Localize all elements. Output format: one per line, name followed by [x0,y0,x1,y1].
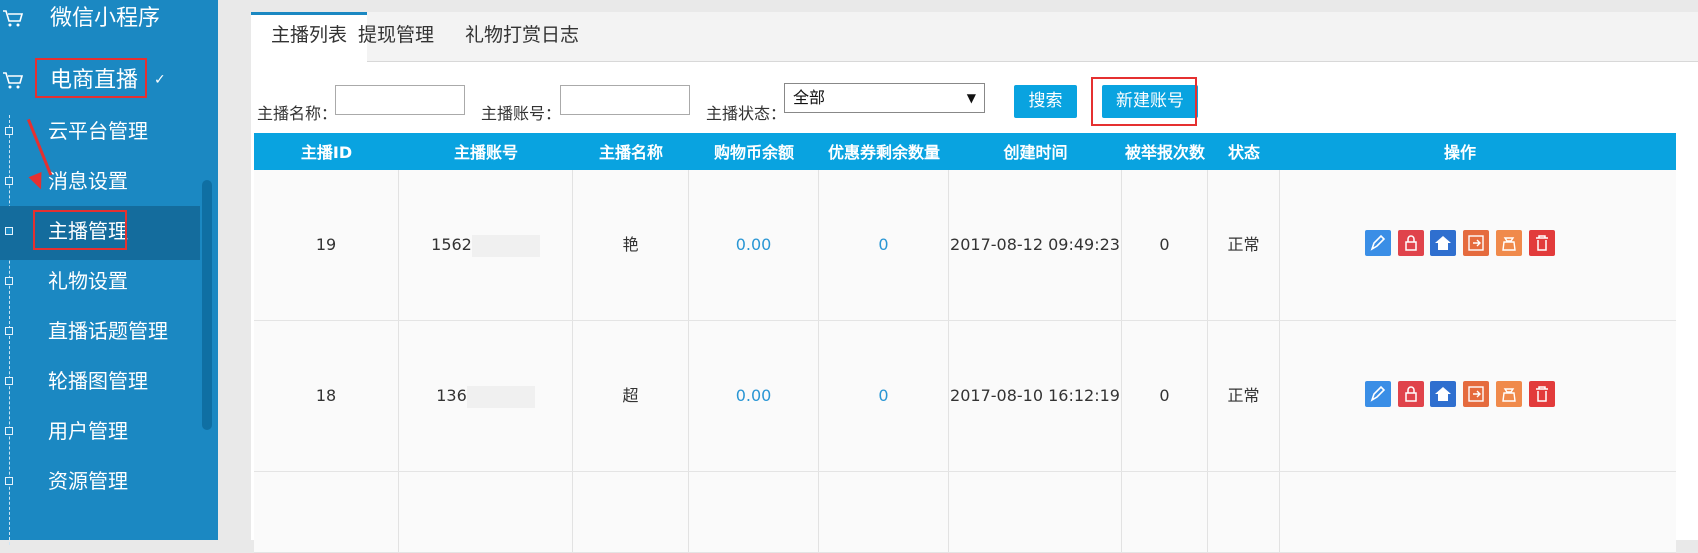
sidebar-item-label: 礼物设置 [48,269,128,293]
col-id: 主播ID [300,143,353,162]
account-text: 136 [436,386,467,405]
cell-balance[interactable]: 0.00 [689,321,819,471]
edit-icon[interactable] [1365,230,1391,256]
sidebar-item-live-topics[interactable]: 直播话题管理 [0,306,200,360]
name-filter-label: 主播名称： [257,104,338,123]
tree-node-icon [5,127,13,135]
money-bag-icon[interactable] [1496,230,1522,256]
tab-bar: 主播列表 提现管理 礼物打赏日志 [251,12,1698,62]
money-bag-icon[interactable] [1496,381,1522,407]
status-filter-value: 全部 [793,88,826,107]
lock-icon[interactable] [1398,381,1424,407]
col-balance: 购物币余额 [713,143,794,162]
trash-icon[interactable] [1529,381,1555,407]
cell-status [1208,472,1280,552]
cell-balance [689,472,819,552]
sidebar-item-label: 资源管理 [48,469,128,493]
export-icon[interactable] [1463,230,1489,256]
redacted-blur [471,234,540,257]
tab-withdraw[interactable]: 提现管理 [338,12,454,61]
col-status: 状态 [1227,143,1260,162]
cell-id: 18 [254,321,399,471]
sidebar: 微信小程序 电商直播 ✓ 云平台管理 消息设置 主播管理 礼物设置 直播话题管理… [0,0,218,545]
name-filter-input[interactable] [335,85,465,115]
sidebar-group-label: 微信小程序 [50,6,161,31]
col-reports: 被举报次数 [1124,143,1205,162]
edit-icon[interactable] [1365,381,1391,407]
tree-node-icon [5,277,13,285]
cell-created: 2017-08-12 09:49:23 [949,170,1122,320]
highlight-box-ecommerce [35,58,147,98]
status-filter-label: 主播状态： [706,104,787,123]
cell-name [573,472,689,552]
trash-icon[interactable] [1529,230,1555,256]
cell-coupons [819,472,949,552]
tab-gift-log[interactable]: 礼物打赏日志 [445,12,599,61]
sidebar-item-resources[interactable]: 资源管理 [0,456,200,510]
tree-node-icon [5,477,13,485]
cell-account: 136 [399,321,573,471]
cart-icon [3,10,24,27]
account-text: 1562 [431,235,472,254]
sidebar-item-label: 用户管理 [48,419,128,443]
cell-status: 正常 [1208,321,1280,471]
status-filter-select[interactable]: 全部 ▼ [784,83,985,113]
sidebar-item-label: 云平台管理 [48,119,148,143]
cell-account: 1562 [399,170,573,320]
home-icon[interactable] [1430,230,1456,256]
col-actions: 操作 [1443,143,1476,162]
cell-name: 超 [573,321,689,471]
cell-coupons[interactable]: 0 [819,170,949,320]
sidebar-group-wechat-mini[interactable]: 微信小程序 [0,0,200,48]
col-name: 主播名称 [598,143,663,162]
highlight-box-new-account [1091,77,1197,126]
cell-account [399,472,573,552]
account-filter-input[interactable] [560,85,690,115]
sidebar-item-cloud-platform[interactable]: 云平台管理 [0,106,200,160]
sidebar-item-carousel[interactable]: 轮播图管理 [0,356,200,410]
home-icon[interactable] [1430,381,1456,407]
sidebar-item-users[interactable]: 用户管理 [0,406,200,460]
account-filter-label: 主播账号： [481,104,562,123]
main-panel: 主播列表 提现管理 礼物打赏日志 主播名称： 主播账号： 主播状态： 全部 ▼ … [251,12,1698,553]
table-row: 19 1562 艳 0.00 0 2017-08-12 09:49:23 0 正… [254,170,1676,321]
cell-coupons[interactable]: 0 [819,321,949,471]
cell-balance[interactable]: 0.00 [689,170,819,320]
cell-name: 艳 [573,170,689,320]
table-header: 主播ID 主播账号 主播名称 购物币余额 优惠券剩余数量 创建时间 被举报次数 … [254,133,1676,172]
redacted-blur [466,385,535,408]
sidebar-scrollbar[interactable] [202,180,212,430]
sidebar-item-label: 轮播图管理 [48,369,148,393]
cell-id [254,472,399,552]
cell-reports [1122,472,1208,552]
cell-reports: 0 [1122,170,1208,320]
tree-node-icon [5,227,13,235]
table-row [254,472,1676,553]
table-row: 18 136 超 0.00 0 2017-08-10 16:12:19 0 正常 [254,321,1676,472]
lock-icon[interactable] [1398,230,1424,256]
cart-icon [3,72,24,89]
export-icon[interactable] [1463,381,1489,407]
chevron-down-icon: ✓ [154,72,166,88]
tree-node-icon [5,177,13,185]
col-coupons: 优惠券剩余数量 [827,143,940,162]
tree-node-icon [5,377,13,385]
tree-node-icon [5,427,13,435]
col-account: 主播账号 [453,143,518,162]
cell-status: 正常 [1208,170,1280,320]
cell-reports: 0 [1122,321,1208,471]
search-button[interactable]: 搜索 [1014,85,1077,118]
col-created: 创建时间 [1003,143,1068,162]
cell-created: 2017-08-10 16:12:19 [949,321,1122,471]
sidebar-item-gift-settings[interactable]: 礼物设置 [0,256,200,310]
sidebar-item-label: 消息设置 [48,169,128,193]
sidebar-item-label: 直播话题管理 [48,319,168,343]
highlight-box-anchor [33,210,127,250]
cell-id: 19 [254,170,399,320]
dropdown-caret-icon: ▼ [966,91,976,105]
cell-created [949,472,1122,552]
tree-node-icon [5,327,13,335]
